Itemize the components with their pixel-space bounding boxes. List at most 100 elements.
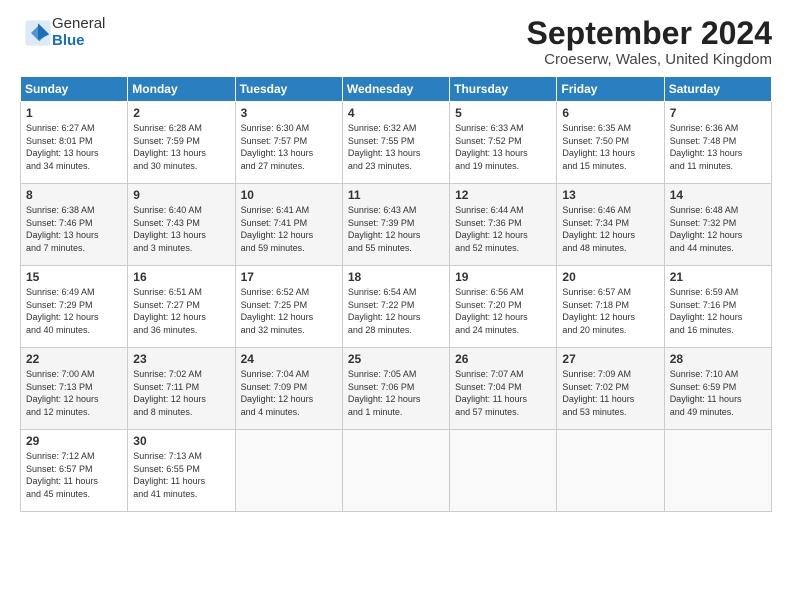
day-number: 13: [562, 188, 658, 202]
table-row: 8Sunrise: 6:38 AMSunset: 7:46 PMDaylight…: [21, 184, 128, 266]
logo-general: General: [52, 16, 105, 33]
table-row: 5 Sunrise: 6:33 AMSunset: 7:52 PMDaylight…: [450, 102, 557, 184]
day-number: 12: [455, 188, 551, 202]
calendar-week-2: 8Sunrise: 6:38 AMSunset: 7:46 PMDaylight…: [21, 184, 772, 266]
header: General Blue September 2024 Croeserw, Wa…: [20, 16, 772, 68]
table-row: 20 Sunrise: 6:57 AMSunset: 7:18 PMDayligh…: [557, 266, 664, 348]
day-info: Sunrise: 6:46 AMSunset: 7:34 PMDaylight:…: [562, 204, 658, 254]
day-number: 24: [241, 352, 337, 366]
day-info: Sunrise: 7:07 AMSunset: 7:04 PMDaylight:…: [455, 368, 551, 418]
table-row: 14 Sunrise: 6:48 AMSunset: 7:32 PMDayligh…: [664, 184, 771, 266]
table-row: 27Sunrise: 7:09 AMSunset: 7:02 PMDayligh…: [557, 348, 664, 430]
day-info: Sunrise: 6:52 AMSunset: 7:25 PMDaylight:…: [241, 286, 337, 336]
day-number: 19: [455, 270, 551, 284]
day-info: Sunrise: 6:56 AMSunset: 7:20 PMDaylight:…: [455, 286, 551, 336]
table-row: 18Sunrise: 6:54 AMSunset: 7:22 PMDayligh…: [342, 266, 449, 348]
col-tuesday: Tuesday: [235, 77, 342, 102]
table-row: 6Sunrise: 6:35 AMSunset: 7:50 PMDaylight…: [557, 102, 664, 184]
day-number: 14: [670, 188, 766, 202]
day-number: 25: [348, 352, 444, 366]
table-row: 16 Sunrise: 6:51 AMSunset: 7:27 PMDayligh…: [128, 266, 235, 348]
day-info: Sunrise: 6:38 AMSunset: 7:46 PMDaylight:…: [26, 204, 122, 254]
table-row: 17 Sunrise: 6:52 AMSunset: 7:25 PMDayligh…: [235, 266, 342, 348]
table-row: 25 Sunrise: 7:05 AMSunset: 7:06 PMDayligh…: [342, 348, 449, 430]
day-info: Sunrise: 6:57 AMSunset: 7:18 PMDaylight:…: [562, 286, 658, 336]
logo: General Blue: [20, 16, 105, 49]
day-info: Sunrise: 7:02 AMSunset: 7:11 PMDaylight:…: [133, 368, 229, 418]
table-row: [664, 430, 771, 512]
day-number: 17: [241, 270, 337, 284]
table-row: 23 Sunrise: 7:02 AMSunset: 7:11 PMDayligh…: [128, 348, 235, 430]
table-row: [557, 430, 664, 512]
day-number: 28: [670, 352, 766, 366]
day-number: 18: [348, 270, 444, 284]
calendar-week-5: 29Sunrise: 7:12 AMSunset: 6:57 PMDayligh…: [21, 430, 772, 512]
day-number: 23: [133, 352, 229, 366]
table-row: 29Sunrise: 7:12 AMSunset: 6:57 PMDayligh…: [21, 430, 128, 512]
col-monday: Monday: [128, 77, 235, 102]
table-row: 7 Sunrise: 6:36 AMSunset: 7:48 PMDaylight…: [664, 102, 771, 184]
day-info: Sunrise: 6:44 AMSunset: 7:36 PMDaylight:…: [455, 204, 551, 254]
table-row: 11Sunrise: 6:43 AMSunset: 7:39 PMDayligh…: [342, 184, 449, 266]
day-info: Sunrise: 6:27 AMSunset: 8:01 PMDaylight:…: [26, 122, 122, 172]
table-row: 30 Sunrise: 7:13 AMSunset: 6:55 PMDayligh…: [128, 430, 235, 512]
day-info: Sunrise: 6:41 AMSunset: 7:41 PMDaylight:…: [241, 204, 337, 254]
day-number: 3: [241, 106, 337, 120]
logo-icon: [24, 19, 52, 47]
day-number: 4: [348, 106, 444, 120]
day-number: 20: [562, 270, 658, 284]
table-row: [450, 430, 557, 512]
day-number: 1: [26, 106, 122, 120]
day-number: 2: [133, 106, 229, 120]
month-title: September 2024: [527, 16, 772, 51]
day-number: 30: [133, 434, 229, 448]
table-row: 4 Sunrise: 6:32 AMSunset: 7:55 PMDaylight…: [342, 102, 449, 184]
day-info: Sunrise: 6:32 AMSunset: 7:55 PMDaylight:…: [348, 122, 444, 172]
title-area: September 2024 Croeserw, Wales, United K…: [527, 16, 772, 68]
calendar: Sunday Monday Tuesday Wednesday Thursday…: [20, 76, 772, 512]
day-number: 9: [133, 188, 229, 202]
logo-text: General Blue: [52, 16, 105, 49]
table-row: 28 Sunrise: 7:10 AMSunset: 6:59 PMDayligh…: [664, 348, 771, 430]
day-number: 26: [455, 352, 551, 366]
day-info: Sunrise: 6:51 AMSunset: 7:27 PMDaylight:…: [133, 286, 229, 336]
col-thursday: Thursday: [450, 77, 557, 102]
day-info: Sunrise: 7:13 AMSunset: 6:55 PMDaylight:…: [133, 450, 229, 500]
col-saturday: Saturday: [664, 77, 771, 102]
day-info: Sunrise: 7:05 AMSunset: 7:06 PMDaylight:…: [348, 368, 444, 418]
day-number: 5: [455, 106, 551, 120]
day-info: Sunrise: 7:00 AMSunset: 7:13 PMDaylight:…: [26, 368, 122, 418]
day-number: 16: [133, 270, 229, 284]
table-row: 13 Sunrise: 6:46 AMSunset: 7:34 PMDayligh…: [557, 184, 664, 266]
calendar-week-3: 15Sunrise: 6:49 AMSunset: 7:29 PMDayligh…: [21, 266, 772, 348]
calendar-header-row: Sunday Monday Tuesday Wednesday Thursday…: [21, 77, 772, 102]
logo-blue: Blue: [52, 33, 105, 50]
table-row: 21Sunrise: 6:59 AMSunset: 7:16 PMDayligh…: [664, 266, 771, 348]
col-wednesday: Wednesday: [342, 77, 449, 102]
day-info: Sunrise: 7:04 AMSunset: 7:09 PMDaylight:…: [241, 368, 337, 418]
calendar-week-4: 22 Sunrise: 7:00 AMSunset: 7:13 PMDayligh…: [21, 348, 772, 430]
table-row: 1 Sunrise: 6:27 AMSunset: 8:01 PMDaylight…: [21, 102, 128, 184]
table-row: 10 Sunrise: 6:41 AMSunset: 7:41 PMDayligh…: [235, 184, 342, 266]
day-number: 7: [670, 106, 766, 120]
table-row: 12 Sunrise: 6:44 AMSunset: 7:36 PMDayligh…: [450, 184, 557, 266]
table-row: 9 Sunrise: 6:40 AMSunset: 7:43 PMDaylight…: [128, 184, 235, 266]
table-row: 22 Sunrise: 7:00 AMSunset: 7:13 PMDayligh…: [21, 348, 128, 430]
day-info: Sunrise: 7:10 AMSunset: 6:59 PMDaylight:…: [670, 368, 766, 418]
table-row: 24 Sunrise: 7:04 AMSunset: 7:09 PMDayligh…: [235, 348, 342, 430]
calendar-week-1: 1 Sunrise: 6:27 AMSunset: 8:01 PMDaylight…: [21, 102, 772, 184]
day-number: 27: [562, 352, 658, 366]
day-info: Sunrise: 6:28 AMSunset: 7:59 PMDaylight:…: [133, 122, 229, 172]
day-number: 6: [562, 106, 658, 120]
day-number: 10: [241, 188, 337, 202]
day-info: Sunrise: 6:36 AMSunset: 7:48 PMDaylight:…: [670, 122, 766, 172]
col-sunday: Sunday: [21, 77, 128, 102]
day-info: Sunrise: 6:33 AMSunset: 7:52 PMDaylight:…: [455, 122, 551, 172]
day-number: 22: [26, 352, 122, 366]
day-info: Sunrise: 6:48 AMSunset: 7:32 PMDaylight:…: [670, 204, 766, 254]
day-info: Sunrise: 6:40 AMSunset: 7:43 PMDaylight:…: [133, 204, 229, 254]
table-row: 2 Sunrise: 6:28 AMSunset: 7:59 PMDaylight…: [128, 102, 235, 184]
table-row: 3Sunrise: 6:30 AMSunset: 7:57 PMDaylight…: [235, 102, 342, 184]
day-info: Sunrise: 7:12 AMSunset: 6:57 PMDaylight:…: [26, 450, 122, 500]
table-row: 19 Sunrise: 6:56 AMSunset: 7:20 PMDayligh…: [450, 266, 557, 348]
